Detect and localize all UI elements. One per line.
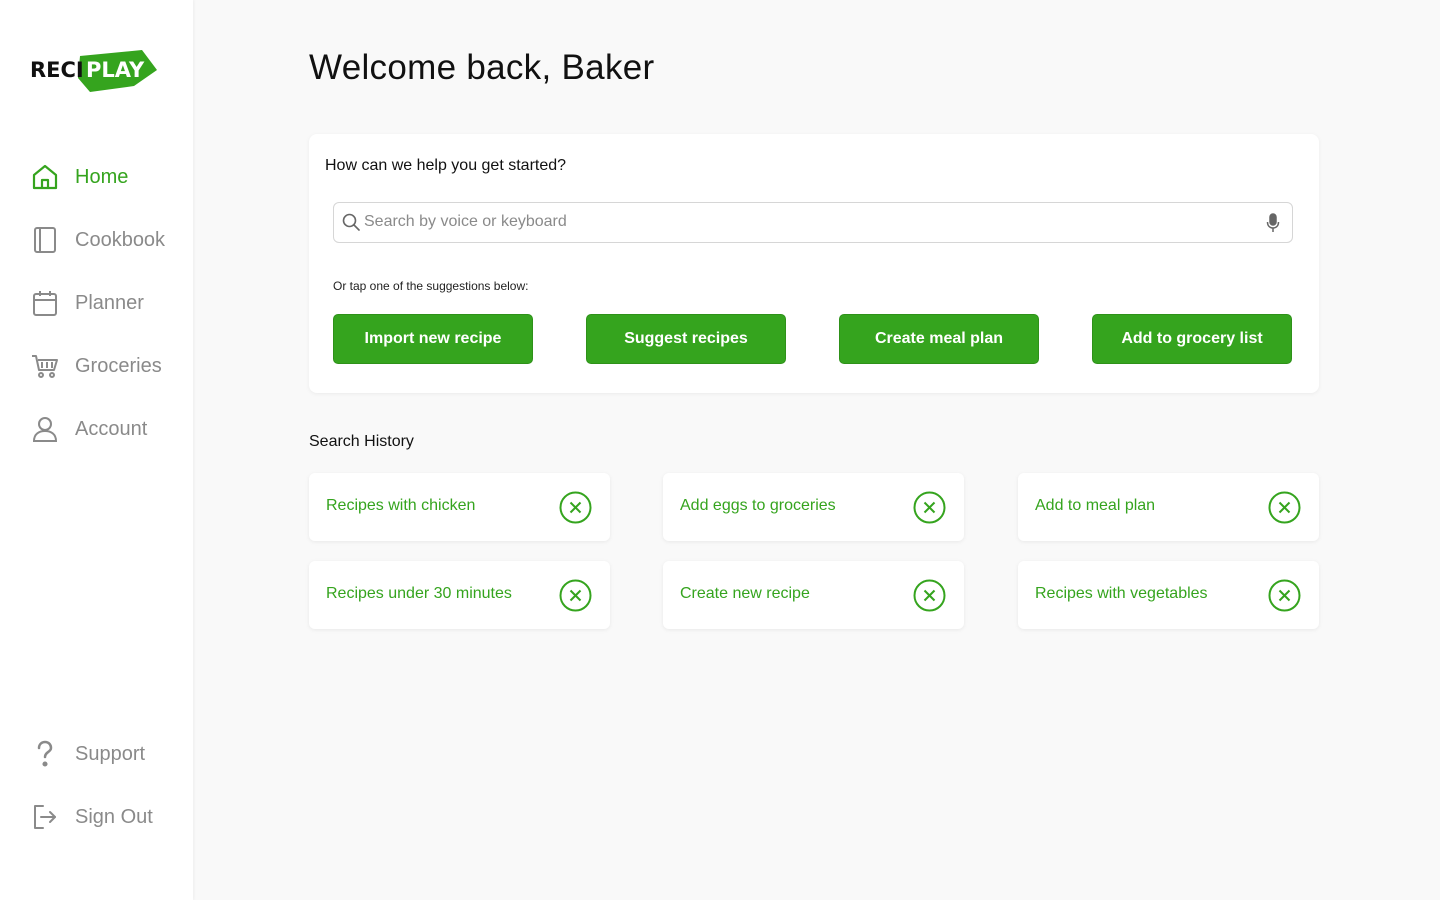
remove-icon[interactable] [913,491,946,524]
page-title: Welcome back, Baker [309,48,655,87]
sidebar-item-label: Account [75,417,148,440]
history-item[interactable]: Add to meal plan [1018,473,1319,541]
remove-icon[interactable] [559,491,592,524]
history-item-label: Create new recipe [680,585,810,602]
remove-icon[interactable] [913,579,946,612]
suggestion-hint: Or tap one of the suggestions below: [333,279,529,293]
sidebar-item-planner[interactable]: Planner [30,286,190,320]
sign-out-icon [30,802,60,832]
sidebar-item-label: Planner [75,291,144,314]
sidebar-item-label: Groceries [75,354,162,377]
search-history-heading: Search History [309,433,414,450]
home-icon [30,162,60,192]
logo-text-left: RECI [30,58,84,82]
sidebar-item-cookbook[interactable]: Cookbook [30,223,190,257]
sidebar-item-sign-out[interactable]: Sign Out [30,800,190,834]
user-icon [30,414,60,444]
import-new-recipe-button[interactable]: Import new recipe [333,314,533,364]
question-icon [30,739,60,769]
remove-icon[interactable] [1268,491,1301,524]
history-item[interactable]: Recipes under 30 minutes [309,561,610,629]
cart-icon [30,351,60,381]
remove-icon[interactable] [1268,579,1301,612]
history-item[interactable]: Create new recipe [663,561,964,629]
microphone-icon[interactable] [1266,213,1280,238]
sidebar-item-groceries[interactable]: Groceries [30,349,190,383]
search-icon [342,213,360,236]
history-item[interactable]: Add eggs to groceries [663,473,964,541]
history-item-label: Recipes under 30 minutes [326,585,512,602]
sidebar-item-label: Sign Out [75,805,153,828]
sidebar-item-label: Home [75,165,129,188]
sidebar-item-label: Cookbook [75,228,166,251]
create-meal-plan-button[interactable]: Create meal plan [839,314,1039,364]
sidebar-item-account[interactable]: Account [30,412,190,446]
history-item-label: Recipes with vegetables [1035,585,1208,602]
history-item[interactable]: Recipes with vegetables [1018,561,1319,629]
reciplay-logo[interactable]: RECI PLAY [30,50,160,92]
calendar-icon [30,288,60,318]
card-heading: How can we help you get started? [325,157,567,174]
history-item-label: Add to meal plan [1035,497,1156,514]
sidebar: RECI PLAY Home Cookbook Planner Grocerie… [0,0,193,900]
history-item-label: Add eggs to groceries [680,497,836,514]
sidebar-item-home[interactable]: Home [30,160,190,194]
search-input[interactable] [364,209,1244,235]
sidebar-item-support[interactable]: Support [30,737,190,771]
sidebar-item-label: Support [75,742,146,765]
history-item[interactable]: Recipes with chicken [309,473,610,541]
remove-icon[interactable] [559,579,592,612]
get-started-card: How can we help you get started? Or tap … [309,134,1319,393]
suggest-recipes-button[interactable]: Suggest recipes [586,314,786,364]
logo-text-right: PLAY [86,58,145,82]
add-to-grocery-list-button[interactable]: Add to grocery list [1092,314,1292,364]
search-bar[interactable] [333,202,1293,243]
history-item-label: Recipes with chicken [326,497,476,514]
book-icon [30,225,60,255]
